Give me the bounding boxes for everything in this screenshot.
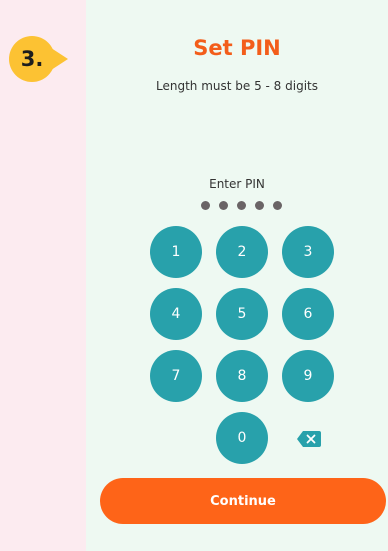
- page-title: Set PIN: [193, 36, 281, 60]
- step-badge: 3.: [9, 36, 69, 82]
- pin-dot: [219, 201, 228, 210]
- pin-dot: [273, 201, 282, 210]
- pin-dots: [201, 201, 282, 210]
- pin-dot: [255, 201, 264, 210]
- keypad-key-2[interactable]: 2: [216, 226, 268, 278]
- step-number: 3.: [9, 36, 55, 82]
- continue-button[interactable]: Continue: [100, 478, 386, 524]
- enter-pin-label: Enter PIN: [209, 177, 265, 191]
- keypad-key-6[interactable]: 6: [282, 288, 334, 340]
- keypad-key-9[interactable]: 9: [282, 350, 334, 402]
- keypad-key-3[interactable]: 3: [282, 226, 334, 278]
- keypad-key-1[interactable]: 1: [150, 226, 202, 278]
- left-strip: [0, 0, 86, 551]
- keypad-key-4[interactable]: 4: [150, 288, 202, 340]
- pin-length-hint: Length must be 5 - 8 digits: [156, 79, 318, 93]
- backspace-icon: [297, 431, 321, 447]
- backspace-button[interactable]: [296, 430, 322, 448]
- keypad-key-5[interactable]: 5: [216, 288, 268, 340]
- pin-dot: [201, 201, 210, 210]
- keypad-key-0[interactable]: 0: [216, 412, 268, 464]
- keypad-key-7[interactable]: 7: [150, 350, 202, 402]
- pin-dot: [237, 201, 246, 210]
- keypad-key-8[interactable]: 8: [216, 350, 268, 402]
